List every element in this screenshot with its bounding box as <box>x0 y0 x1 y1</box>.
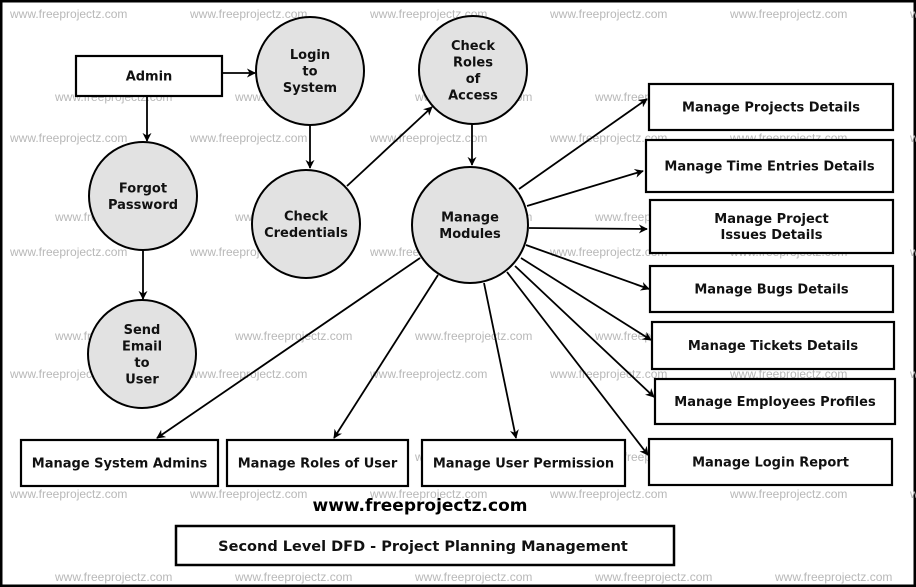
entity-manage-projects-details[interactable]: Manage Projects Details <box>647 82 895 132</box>
flow-arrow-manage-modules-to-manage-project-issues-details <box>528 224 648 234</box>
watermark-text: www.freeprojectz.com <box>189 367 307 381</box>
watermark-text: www.freeprojectz.com <box>234 329 352 343</box>
process-label: Password <box>108 198 178 213</box>
entity-manage-system-admins[interactable]: Manage System Admins <box>19 438 220 488</box>
entity-label: Manage Project <box>714 212 828 227</box>
website-label: www.freeprojectz.com <box>313 496 528 516</box>
dfd-canvas: www.freeprojectz.com www.freeprojectz.com… <box>0 0 916 587</box>
process-label: Send <box>124 323 161 338</box>
watermark-text: www.freeprojectz.com <box>9 7 127 21</box>
process-label: to <box>134 356 149 371</box>
process-label: Manage <box>441 210 499 225</box>
watermark-text: www.freeprojectz.com <box>774 570 892 584</box>
watermark-text: www.freeprojectz.com <box>9 131 127 145</box>
entity-manage-login-report[interactable]: Manage Login Report <box>647 437 894 487</box>
entity-manage-tickets-details[interactable]: Manage Tickets Details <box>650 320 896 371</box>
process-label: Forgot <box>119 181 167 196</box>
watermark-text: www.freeprojectz.com <box>594 570 712 584</box>
entity-manage-project-issues-details[interactable]: Manage ProjectIssues Details <box>648 198 895 255</box>
entity-label: Manage Employees Profiles <box>674 395 876 410</box>
watermark-text: www.freeprojectz.com <box>369 367 487 381</box>
entity-label: Manage System Admins <box>32 457 208 472</box>
process-check-credentials[interactable]: Check Credentials <box>251 169 361 279</box>
process-label: Modules <box>439 227 501 242</box>
watermark-text: www.freeprojectz.com <box>909 367 916 381</box>
watermark-text: www.freeprojectz.com <box>549 367 667 381</box>
process-label: Roles <box>453 55 493 70</box>
entity-label: Admin <box>126 70 173 85</box>
diagram-title: Second Level DFD - Project Planning Mana… <box>218 539 628 555</box>
watermark-text: www.freeprojectz.com <box>189 7 307 21</box>
entity-manage-user-permission[interactable]: Manage User Permission <box>420 438 627 488</box>
process-label: Access <box>448 88 498 103</box>
watermark-text: www.freeprojectz.com <box>54 570 172 584</box>
entity-label: Manage Login Report <box>692 456 849 471</box>
process-label: of <box>466 72 481 87</box>
entity-manage-bugs-details[interactable]: Manage Bugs Details <box>648 264 895 314</box>
watermark-text: www.freeprojectz.com <box>189 487 307 501</box>
entity-label: Manage Projects Details <box>682 101 860 116</box>
dfd-diagram: www.freeprojectz.com www.freeprojectz.com… <box>0 0 916 587</box>
process-forgot-password[interactable]: Forgot Password <box>88 141 198 251</box>
process-label: Check <box>451 39 495 54</box>
watermark-text: www.freeprojectz.com <box>9 487 127 501</box>
watermark-text: www.freeprojectz.com <box>234 570 352 584</box>
entity-label: Manage Bugs Details <box>694 283 849 298</box>
entity-label: Issues Details <box>721 228 823 243</box>
process-label: Check <box>284 209 328 224</box>
process-send-email-to-user[interactable]: SendEmail toUser <box>87 299 197 409</box>
entity-label: Manage Time Entries Details <box>664 160 874 175</box>
watermark-text: www.freeprojectz.com <box>414 329 532 343</box>
process-label: Login <box>290 48 330 63</box>
watermark-text: www.freeprojectz.com <box>909 131 916 145</box>
entity-label: Manage User Permission <box>433 457 614 472</box>
watermark-text: www.freeprojectz.com <box>369 131 487 145</box>
process-label: User <box>125 372 159 387</box>
watermark-text: www.freeprojectz.com <box>909 7 916 21</box>
process-label: Credentials <box>264 226 348 241</box>
process-manage-modules[interactable]: Manage Modules <box>411 166 529 284</box>
entity-label: Manage Tickets Details <box>688 339 859 354</box>
entity-manage-roles-of-user[interactable]: Manage Roles of User <box>225 438 410 488</box>
process-check-roles-of-access[interactable]: CheckRoles ofAccess <box>418 15 528 125</box>
process-login-to-system[interactable]: Login toSystem <box>255 16 365 126</box>
watermark-text: www.freeprojectz.com <box>909 487 916 501</box>
watermark-text: www.freeprojectz.com <box>189 131 307 145</box>
watermark-text: www.freeprojectz.com <box>9 245 127 259</box>
entity-manage-time-entries-details[interactable]: Manage Time Entries Details <box>644 138 895 194</box>
watermark-text: www.freeprojectz.com <box>729 487 847 501</box>
entity-label: Manage Roles of User <box>238 457 398 472</box>
watermark-text: www.freeprojectz.com <box>414 570 532 584</box>
watermark-text: www.freeprojectz.com <box>549 487 667 501</box>
process-label: Email <box>122 339 162 354</box>
entity-admin[interactable]: Admin <box>74 54 224 98</box>
entity-manage-employees-profiles[interactable]: Manage Employees Profiles <box>653 377 897 426</box>
watermark-text: www.freeprojectz.com <box>549 7 667 21</box>
watermark-text: www.freeprojectz.com <box>729 7 847 21</box>
watermark-text: www.freeprojectz.com <box>909 245 916 259</box>
process-label: to <box>302 65 317 80</box>
process-label: System <box>283 81 337 96</box>
